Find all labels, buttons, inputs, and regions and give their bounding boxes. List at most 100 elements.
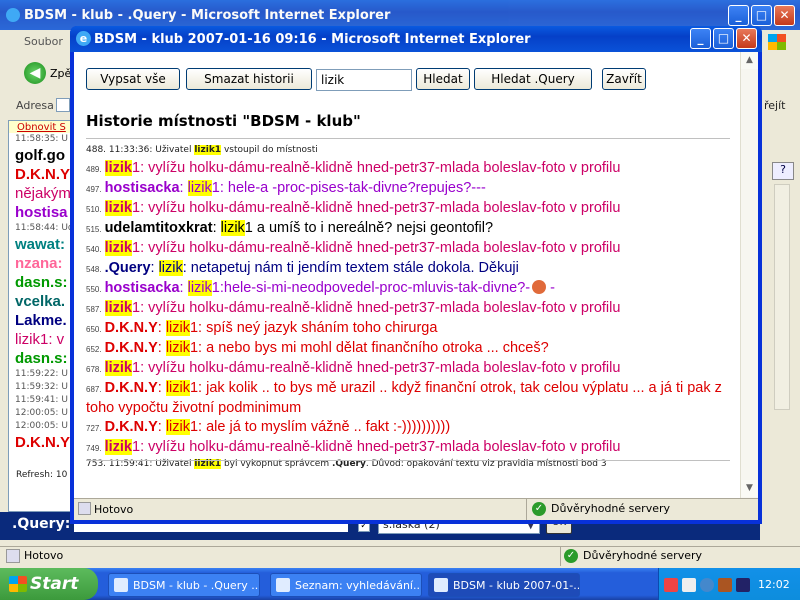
separator: : <box>140 200 149 216</box>
tray-shield-icon[interactable] <box>682 578 696 592</box>
bg-chat-timestamp: 11:59:32: U <box>15 382 68 392</box>
entry-number: 650. <box>86 325 102 334</box>
background-scrollbar[interactable] <box>774 184 790 410</box>
username[interactable]: lizik <box>104 439 132 455</box>
bg-maximize-button[interactable]: □ <box>751 5 772 26</box>
bg-chat-timestamp: 11:59:22: U <box>15 369 68 379</box>
username[interactable]: D.K.N.Y <box>105 380 158 396</box>
log-entry: 497. hostisacka: lizik1: hele-a -proc-pis… <box>86 179 736 199</box>
go-button[interactable]: řejít <box>760 96 800 116</box>
tray-globe-icon[interactable] <box>700 578 714 592</box>
username[interactable]: lizik <box>104 300 132 316</box>
bg-chat-line: dasn.s: <box>15 274 68 291</box>
mention-highlight: lizik <box>187 180 212 196</box>
task-window-icon <box>434 578 448 592</box>
separator: : <box>157 419 166 435</box>
log-entry: 727. D.K.N.Y: lizik1: ale já to myslím vá… <box>86 418 736 438</box>
separator: : <box>140 439 149 455</box>
mention-highlight: lizik <box>187 280 212 296</box>
popup-maximize-button[interactable]: □ <box>713 28 734 49</box>
username[interactable]: lizik <box>104 200 132 216</box>
show-all-button[interactable]: Vypsat vše <box>86 68 180 90</box>
username[interactable]: udelamtitoxkrat <box>105 220 213 236</box>
entry-number: 678. <box>86 365 102 374</box>
popup-minimize-button[interactable]: _ <box>690 28 711 49</box>
message-text: vylížu holku-dámu-realně-klidně hned-pet… <box>148 200 621 216</box>
username[interactable]: D.K.N.Y <box>105 419 158 435</box>
back-button-label[interactable]: Zpě <box>50 67 71 80</box>
username[interactable]: lizik <box>104 160 132 176</box>
page-status-icon <box>6 549 20 563</box>
mention-highlight: lizik <box>220 220 245 236</box>
bg-minimize-button[interactable]: _ <box>728 5 749 26</box>
search-input[interactable] <box>316 69 412 91</box>
username[interactable]: D.K.N.Y <box>105 340 158 356</box>
message-text: vylížu holku-dámu-realně-klidně hned-pet… <box>148 439 621 455</box>
separator: : <box>157 320 166 336</box>
log-entry: 652. D.K.N.Y: lizik1: a nebo bys mi mohl … <box>86 339 736 359</box>
entry-number: 489. <box>86 165 102 174</box>
mention-highlight: lizik <box>165 320 190 336</box>
bg-close-button[interactable]: ✕ <box>774 5 795 26</box>
log-entry: 489. lizik1: vylížu holku-dámu-realně-kli… <box>86 159 736 179</box>
bg-chat-line: D.K.N.Y <box>15 166 71 183</box>
taskbar-task[interactable]: BDSM - klub - .Query ... <box>108 573 260 597</box>
bg-chat-line: dasn.s: <box>15 350 68 367</box>
username[interactable]: hostisacka <box>105 180 180 196</box>
back-arrow-icon[interactable]: ◀ <box>24 62 46 84</box>
separator: : <box>157 380 166 396</box>
username-suffix: 1 <box>131 300 141 316</box>
popup-scrollbar[interactable]: ▲ ▼ <box>740 52 758 498</box>
message-text: 1: ale já to myslím vážně .. fakt :-))))… <box>189 419 451 435</box>
entry-number: 587. <box>86 305 102 314</box>
username[interactable]: hostisacka <box>105 280 180 296</box>
clear-history-button[interactable]: Smazat historii <box>186 68 312 90</box>
entry-number: 515. <box>86 225 102 234</box>
popup-close-button[interactable]: ✕ <box>736 28 757 49</box>
devil-smiley-icon <box>532 280 547 294</box>
separator: : <box>140 160 149 176</box>
separator: : <box>179 280 188 296</box>
search-query-button[interactable]: Hledat .Query <box>474 68 592 90</box>
tray-speaker-icon[interactable] <box>718 578 732 592</box>
tray-app-icon[interactable] <box>664 578 678 592</box>
bg-chat-timestamp: 11:58:44: Ud <box>15 223 72 233</box>
check-shield-icon: ✓ <box>564 549 578 563</box>
popup-check-shield-icon: ✓ <box>532 502 546 516</box>
close-popup-button[interactable]: Zavřít <box>602 68 646 90</box>
scroll-up-arrow-icon[interactable]: ▲ <box>741 52 758 69</box>
taskbar-task[interactable]: Seznam: vyhledávání... <box>270 573 422 597</box>
taskbar-task[interactable]: BDSM - klub 2007-01-... <box>428 573 580 597</box>
task-label: BDSM - klub - .Query ... <box>133 579 260 592</box>
bg-chat-line: golf.go <box>15 147 65 164</box>
username[interactable]: D.K.N.Y <box>105 320 158 336</box>
bottom-divider <box>86 460 730 461</box>
background-window-title: BDSM - klub - .Query - Microsoft Interne… <box>24 8 391 23</box>
username[interactable]: .Query <box>105 260 151 276</box>
username[interactable]: lizik <box>104 240 132 256</box>
username[interactable]: lizik <box>104 360 132 376</box>
message-text: 1: spíš neý jazyk sháním toho chirurga <box>189 320 438 336</box>
message-text: vylížu holku-dámu-realně-klidně hned-pet… <box>148 240 621 256</box>
background-chat-panel: Obnovit S 11:58:35: U golf.go D.K.N.Y nějak… <box>8 120 72 512</box>
refresh-link[interactable]: Obnovit S <box>9 121 71 133</box>
separator: : <box>157 340 166 356</box>
background-trust-label: Důvěryhodné servery <box>583 549 703 562</box>
help-icon[interactable]: ? <box>772 162 794 180</box>
log-entry: 540. lizik1: vylížu holku-dámu-realně-kli… <box>86 239 736 259</box>
bg-chat-line: hostisa <box>15 204 68 221</box>
scroll-down-arrow-icon[interactable]: ▼ <box>741 480 758 497</box>
message-text: 1:hele-si-mi-neodpovedel-proc-mluvis-tak… <box>211 280 531 296</box>
system-log-entry: 488. 11:33:36: Uživatel lizik1 vstoupil … <box>86 144 736 157</box>
entry-number: 550. <box>86 285 102 294</box>
mention-highlight: lizik <box>165 340 190 356</box>
log-entry: 587. lizik1: vylížu holku-dámu-realně-kli… <box>86 299 736 319</box>
tray-network-icon[interactable] <box>736 578 750 592</box>
message-trail: - <box>546 280 555 296</box>
menu-soubor[interactable]: Soubor <box>4 32 74 52</box>
search-button[interactable]: Hledat <box>416 68 470 90</box>
message-text: 1 a umíš to i nereálně? nejsi geontofil? <box>244 220 494 236</box>
bg-chat-line: nějakým <box>15 185 71 202</box>
separator: : <box>179 180 188 196</box>
log-entry: 749. lizik1: vylížu holku-dámu-realně-kli… <box>86 438 736 458</box>
